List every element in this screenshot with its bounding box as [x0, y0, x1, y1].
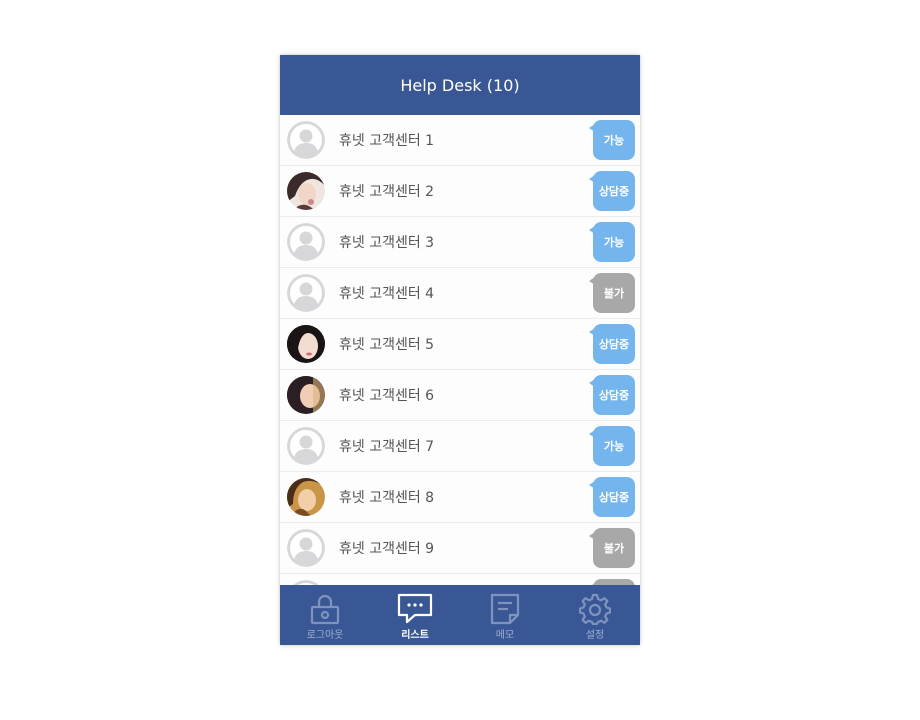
- status-badge: 상담중: [589, 375, 635, 415]
- app-header: Help Desk (10): [280, 55, 640, 115]
- lock-icon: [310, 594, 340, 625]
- agent-name: 휴넷 고객센터 2: [339, 184, 435, 200]
- avatar-placeholder-icon: [287, 223, 325, 261]
- agent-name: 휴넷 고객센터 3: [339, 235, 435, 251]
- list-item[interactable]: [280, 574, 640, 585]
- list-item[interactable]: 휴넷 고객센터 2 상담중: [280, 166, 640, 217]
- agent-name: 휴넷 고객센터 7: [339, 439, 435, 455]
- avatar-photo: [287, 478, 325, 516]
- tab-settings[interactable]: 설정: [550, 585, 640, 645]
- page-title: Help Desk (10): [400, 75, 520, 95]
- tab-label: 로그아웃: [306, 630, 344, 641]
- list-item[interactable]: 휴넷 고객센터 4 불가: [280, 268, 640, 319]
- list-item[interactable]: 휴넷 고객센터 8 상담중: [280, 472, 640, 523]
- status-badge: 가능: [589, 120, 635, 160]
- gear-icon: [579, 593, 611, 625]
- memo-icon: [490, 593, 520, 625]
- list-item[interactable]: 휴넷 고객센터 3 가능: [280, 217, 640, 268]
- avatar-photo: [287, 376, 325, 414]
- list-item[interactable]: 휴넷 고객센터 7 가능: [280, 421, 640, 472]
- list-item[interactable]: 휴넷 고객센터 6 상담중: [280, 370, 640, 421]
- agent-name: 휴넷 고객센터 9: [339, 541, 435, 557]
- status-badge: 불가: [589, 528, 635, 568]
- tab-logout[interactable]: 로그아웃: [280, 585, 370, 645]
- status-badge: 가능: [589, 426, 635, 466]
- tab-list[interactable]: 리스트: [370, 585, 460, 645]
- avatar-placeholder-icon: [287, 274, 325, 312]
- list-item[interactable]: 휴넷 고객센터 1 가능: [280, 115, 640, 166]
- tab-label: 리스트: [401, 630, 429, 641]
- list-item[interactable]: 휴넷 고객센터 9 불가: [280, 523, 640, 574]
- status-badge: 상담중: [589, 171, 635, 211]
- agent-name: 휴넷 고객센터 8: [339, 490, 435, 506]
- avatar-placeholder-icon: [287, 529, 325, 567]
- bottom-tab-bar: 로그아웃 리스트 메모 설정: [280, 585, 640, 645]
- tab-memo[interactable]: 메모: [460, 585, 550, 645]
- chat-bubble-icon: [397, 593, 433, 624]
- tab-label: 메모: [495, 630, 515, 641]
- status-badge: 불가: [589, 273, 635, 313]
- agent-list[interactable]: 휴넷 고객센터 1 가능 휴넷 고객센터 2 상담중 휴넷 고객센터 3 가능 …: [280, 115, 640, 585]
- avatar-photo: [287, 172, 325, 210]
- status-badge: 상담중: [589, 324, 635, 364]
- tab-label: 설정: [585, 630, 605, 641]
- status-badge: 상담중: [589, 477, 635, 517]
- app-screen: Help Desk (10) 휴넷 고객센터 1 가능 휴넷 고객센터 2 상담…: [280, 55, 640, 645]
- agent-name: 휴넷 고객센터 1: [339, 133, 435, 149]
- agent-name: 휴넷 고객센터 5: [339, 337, 435, 353]
- avatar-placeholder-icon: [287, 427, 325, 465]
- avatar-placeholder-icon: [287, 121, 325, 159]
- avatar-photo: [287, 325, 325, 363]
- list-item[interactable]: 휴넷 고객센터 5 상담중: [280, 319, 640, 370]
- status-badge: 가능: [589, 222, 635, 262]
- agent-name: 휴넷 고객센터 6: [339, 388, 435, 404]
- agent-name: 휴넷 고객센터 4: [339, 286, 435, 302]
